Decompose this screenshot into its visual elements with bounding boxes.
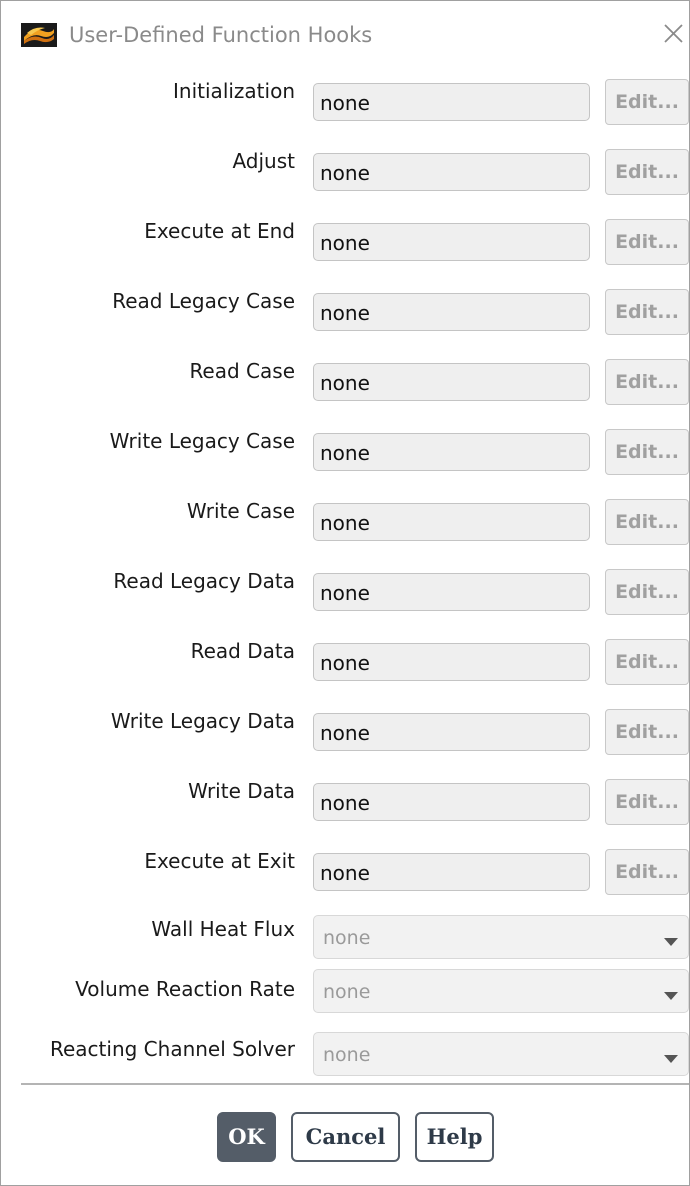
edit-button[interactable]: Edit... — [605, 569, 689, 615]
hook-label: Write Data — [188, 779, 295, 803]
hook-value-field[interactable]: none — [313, 83, 590, 121]
hook-label: Read Legacy Case — [112, 289, 295, 313]
hook-label: Read Case — [189, 359, 295, 383]
udf-hooks-dialog: User-Defined Function Hooks Initializati… — [0, 0, 690, 1186]
volume-reaction-rate-dropdown[interactable]: none — [313, 969, 689, 1013]
close-icon[interactable] — [661, 21, 687, 47]
edit-button[interactable]: Edit... — [605, 849, 689, 895]
hook-value-field[interactable]: none — [313, 433, 590, 471]
dropdown-value: none — [323, 1044, 371, 1066]
dropdown-value: none — [323, 981, 371, 1003]
hook-label: Write Case — [186, 499, 295, 523]
hook-value-field[interactable]: none — [313, 643, 590, 681]
edit-button[interactable]: Edit... — [605, 359, 689, 405]
cancel-button[interactable]: Cancel — [291, 1112, 400, 1162]
hook-label: Initialization — [173, 79, 295, 103]
select-label: Volume Reaction Rate — [75, 977, 295, 1001]
hook-label: Execute at End — [144, 219, 295, 243]
hook-label: Write Legacy Data — [110, 709, 295, 733]
chevron-down-icon — [664, 986, 678, 1000]
hook-value-field[interactable]: none — [313, 223, 590, 261]
hook-value-field[interactable]: none — [313, 713, 590, 751]
select-label: Reacting Channel Solver — [50, 1037, 295, 1061]
hook-value-field[interactable]: none — [313, 573, 590, 611]
hook-label: Read Legacy Data — [113, 569, 295, 593]
edit-button[interactable]: Edit... — [605, 499, 689, 545]
edit-button[interactable]: Edit... — [605, 429, 689, 475]
hook-value-field[interactable]: none — [313, 153, 590, 191]
hook-value-field[interactable]: none — [313, 293, 590, 331]
title-bar[interactable]: User-Defined Function Hooks — [1, 1, 689, 67]
window-title: User-Defined Function Hooks — [69, 23, 373, 47]
chevron-down-icon — [664, 1049, 678, 1063]
hook-value-field[interactable]: none — [313, 363, 590, 401]
edit-button[interactable]: Edit... — [605, 79, 689, 125]
hook-label: Write Legacy Case — [109, 429, 295, 453]
edit-button[interactable]: Edit... — [605, 149, 689, 195]
edit-button[interactable]: Edit... — [605, 639, 689, 685]
wall-heat-flux-dropdown[interactable]: none — [313, 915, 689, 959]
edit-button[interactable]: Edit... — [605, 709, 689, 755]
help-button[interactable]: Help — [415, 1112, 494, 1162]
ok-button[interactable]: OK — [217, 1112, 276, 1162]
edit-button[interactable]: Edit... — [605, 289, 689, 335]
edit-button[interactable]: Edit... — [605, 219, 689, 265]
hook-value-field[interactable]: none — [313, 853, 590, 891]
hook-label: Read Data — [190, 639, 295, 663]
footer-divider — [21, 1083, 689, 1085]
dropdown-value: none — [323, 927, 371, 949]
hook-value-field[interactable]: none — [313, 503, 590, 541]
select-label: Wall Heat Flux — [151, 917, 295, 941]
fluent-logo-icon — [21, 23, 57, 47]
hook-label: Execute at Exit — [144, 849, 295, 873]
chevron-down-icon — [664, 932, 678, 946]
reacting-channel-solver-dropdown[interactable]: none — [313, 1032, 689, 1076]
hook-label: Adjust — [232, 149, 295, 173]
edit-button[interactable]: Edit... — [605, 779, 689, 825]
hook-value-field[interactable]: none — [313, 783, 590, 821]
